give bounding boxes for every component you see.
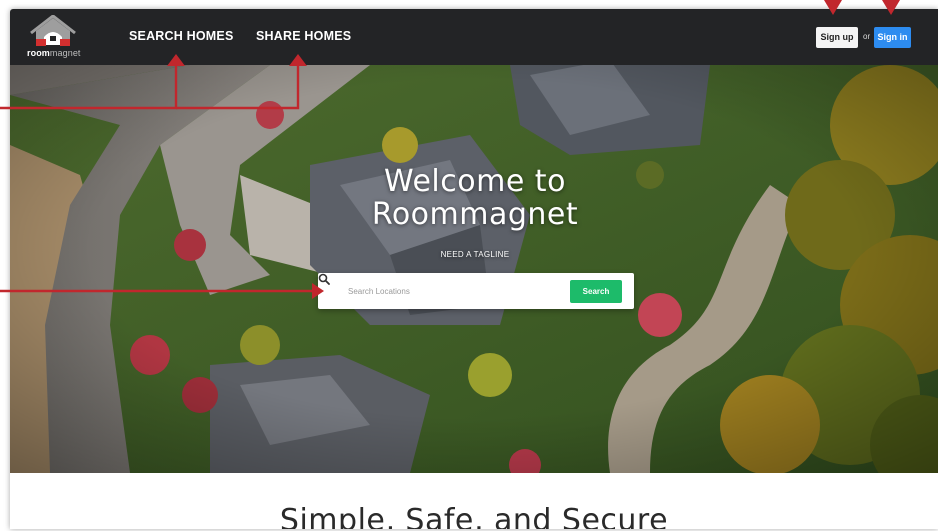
search-icon [318, 273, 330, 285]
top-navbar: roommagnet SEARCH HOMES SHARE HOMES Sign… [10, 9, 938, 65]
hero-title-line2: Roommagnet [371, 197, 579, 232]
hero-section: Welcome to Roommagnet NEED A TAGLINE Sea… [10, 65, 938, 473]
nav-share-homes[interactable]: SHARE HOMES [256, 29, 351, 43]
nav-search-homes[interactable]: SEARCH HOMES [129, 29, 234, 43]
location-search-bar: Search [318, 273, 634, 309]
hero-title: Welcome to Roommagnet [310, 165, 640, 231]
search-locations-input[interactable] [348, 282, 558, 300]
hero-tagline: NEED A TAGLINE [440, 250, 510, 259]
signin-button[interactable]: Sign in [874, 27, 911, 48]
features-section: Simple, Safe, and Secure [10, 473, 938, 529]
house-logo-icon [30, 14, 76, 46]
search-button[interactable]: Search [570, 280, 622, 303]
screenshot-frame: roommagnet SEARCH HOMES SHARE HOMES Sign… [0, 0, 938, 531]
logo-wordmark: roommagnet [27, 48, 81, 58]
section-heading: Simple, Safe, and Secure [279, 503, 669, 529]
signup-button[interactable]: Sign up [816, 27, 858, 48]
browser-viewport: roommagnet SEARCH HOMES SHARE HOMES Sign… [10, 9, 938, 529]
aerial-neighborhood-image [10, 65, 938, 473]
roommagnet-logo[interactable]: roommagnet [26, 14, 88, 59]
hero-title-line1: Welcome to [384, 164, 566, 199]
or-separator: or [863, 32, 871, 41]
